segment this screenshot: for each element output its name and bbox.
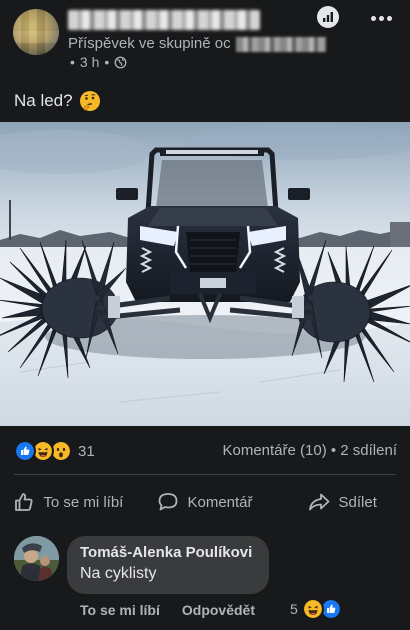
divider bbox=[14, 474, 396, 475]
comment-button-label: Komentář bbox=[187, 493, 253, 511]
author-name-redacted[interactable] bbox=[68, 10, 260, 30]
group-prefix: Příspěvek ve skupině oc bbox=[68, 35, 231, 52]
post-text: Na led? bbox=[14, 90, 101, 112]
comment-author[interactable]: Tomáš-Alenka Poulíkovi bbox=[80, 544, 256, 561]
dot-icon bbox=[386, 15, 392, 21]
author-avatar[interactable] bbox=[13, 9, 59, 55]
share-button[interactable]: Sdílet bbox=[273, 484, 410, 520]
like-button[interactable]: To se mi líbí bbox=[0, 484, 137, 520]
thinking-face-icon bbox=[79, 91, 100, 111]
comment-reaction-count: 5 bbox=[290, 601, 298, 617]
more-options-button[interactable] bbox=[367, 8, 395, 28]
meta-separator-2: • bbox=[104, 54, 110, 70]
commenter-photo bbox=[14, 536, 59, 581]
comment-bubble: Tomáš-Alenka Poulíkovi Na cyklisty bbox=[67, 536, 269, 594]
reaction-count: 31 bbox=[78, 442, 95, 460]
comment-bubble-icon bbox=[159, 493, 178, 511]
post-meta: • 3 h • bbox=[70, 54, 127, 70]
commenter-avatar[interactable] bbox=[14, 536, 59, 581]
like-button-label: To se mi líbí bbox=[43, 493, 124, 511]
utv-with-spikes-photo bbox=[0, 122, 410, 426]
post-actions: To se mi líbí Komentář Sdílet bbox=[0, 484, 410, 520]
post-image[interactable] bbox=[0, 122, 410, 426]
comment-reaction-summary[interactable]: 5 bbox=[290, 598, 342, 620]
comment-reply-button[interactable]: Odpovědět bbox=[182, 602, 255, 618]
insights-button[interactable] bbox=[317, 6, 339, 28]
comment-text: Na cyklisty bbox=[80, 565, 157, 582]
thumbs-up-icon bbox=[15, 493, 33, 511]
meta-separator: • bbox=[70, 54, 75, 70]
post-time[interactable]: 3 h bbox=[80, 54, 99, 70]
dot-icon bbox=[378, 15, 384, 21]
post-header: Příspěvek ve skupině oc • 3 h • bbox=[0, 0, 410, 80]
globe-icon bbox=[114, 56, 127, 68]
share-arrow-icon bbox=[308, 493, 329, 511]
comment-like-button[interactable]: To se mi líbí bbox=[80, 602, 160, 618]
like-icon bbox=[14, 440, 36, 462]
comments-shares-count[interactable]: Komentáře (10) • 2 sdílení bbox=[222, 442, 397, 459]
haha-icon bbox=[301, 598, 324, 620]
post-text-content: Na led? bbox=[14, 91, 73, 110]
comment-actions: To se mi líbí Odpovědět bbox=[80, 602, 255, 618]
group-name-redacted[interactable] bbox=[236, 37, 326, 52]
share-button-label: Sdílet bbox=[338, 493, 377, 511]
bar-chart-icon bbox=[323, 12, 333, 22]
comment-button[interactable]: Komentář bbox=[137, 484, 274, 520]
dot-icon bbox=[370, 15, 376, 21]
group-line: Příspěvek ve skupině oc bbox=[68, 35, 231, 52]
reaction-summary[interactable]: 31 bbox=[14, 440, 95, 462]
